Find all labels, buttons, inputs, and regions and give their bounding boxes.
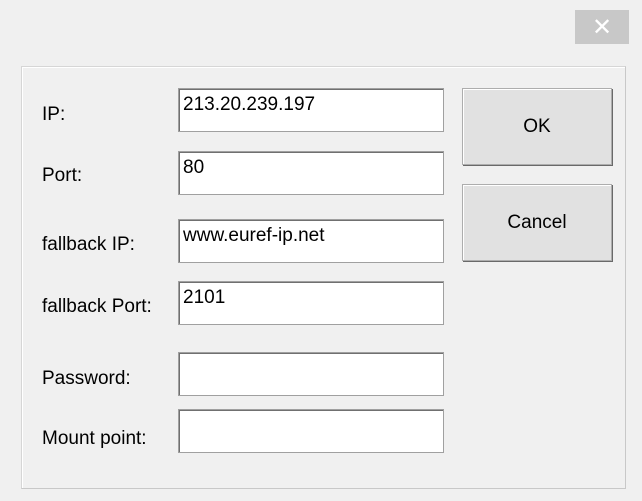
password-label: Password: xyxy=(42,368,131,389)
fallback-ip-field[interactable]: www.euref-ip.net xyxy=(178,219,444,263)
ip-field[interactable]: 213.20.239.197 xyxy=(178,88,444,132)
ok-button[interactable]: OK xyxy=(462,88,612,165)
close-button[interactable]: ✕ xyxy=(575,10,629,44)
password-field[interactable] xyxy=(178,352,444,396)
mount-point-field[interactable] xyxy=(178,409,444,453)
port-label: Port: xyxy=(42,165,83,186)
cancel-button[interactable]: Cancel xyxy=(462,184,612,261)
fallback-port-label: fallback Port: xyxy=(42,296,152,317)
close-icon: ✕ xyxy=(591,13,613,41)
settings-dialog: ✕ IP: 213.20.239.197 Port: 80 fallback I… xyxy=(0,0,642,501)
ip-label: IP: xyxy=(42,104,66,125)
fallback-ip-label: fallback IP: xyxy=(42,234,135,255)
connection-settings-group: IP: 213.20.239.197 Port: 80 fallback IP:… xyxy=(21,66,626,489)
port-field[interactable]: 80 xyxy=(178,151,444,195)
fallback-port-field[interactable]: 2101 xyxy=(178,281,444,325)
mount-point-label: Mount point: xyxy=(42,428,147,449)
